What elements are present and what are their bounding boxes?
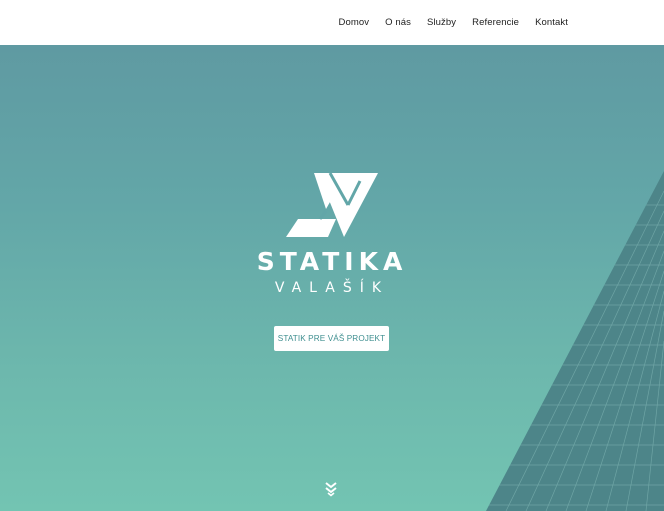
nav-item-referencie[interactable]: Referencie (472, 17, 519, 28)
brand-title: STATIKA (256, 247, 408, 276)
main-nav: Domov O nás Služby Referencie Kontakt (339, 0, 568, 45)
statika-logo-icon (286, 172, 378, 237)
brand-subtitle: VALAŠÍK (274, 280, 390, 296)
top-navigation-bar: Domov O nás Služby Referencie Kontakt (0, 0, 664, 45)
cta-button[interactable]: STATIK PRE VÁŠ PROJEKT (274, 326, 389, 351)
nav-item-sluzby[interactable]: Služby (427, 17, 456, 28)
nav-item-domov[interactable]: Domov (339, 17, 370, 28)
double-chevron-down-icon[interactable] (322, 480, 340, 498)
hero-section: STATIKA VALAŠÍK STATIK PRE VÁŠ PROJEKT (0, 45, 664, 511)
nav-item-o-nas[interactable]: O nás (385, 17, 411, 28)
building-facade-image (486, 171, 664, 511)
nav-item-kontakt[interactable]: Kontakt (535, 17, 568, 28)
